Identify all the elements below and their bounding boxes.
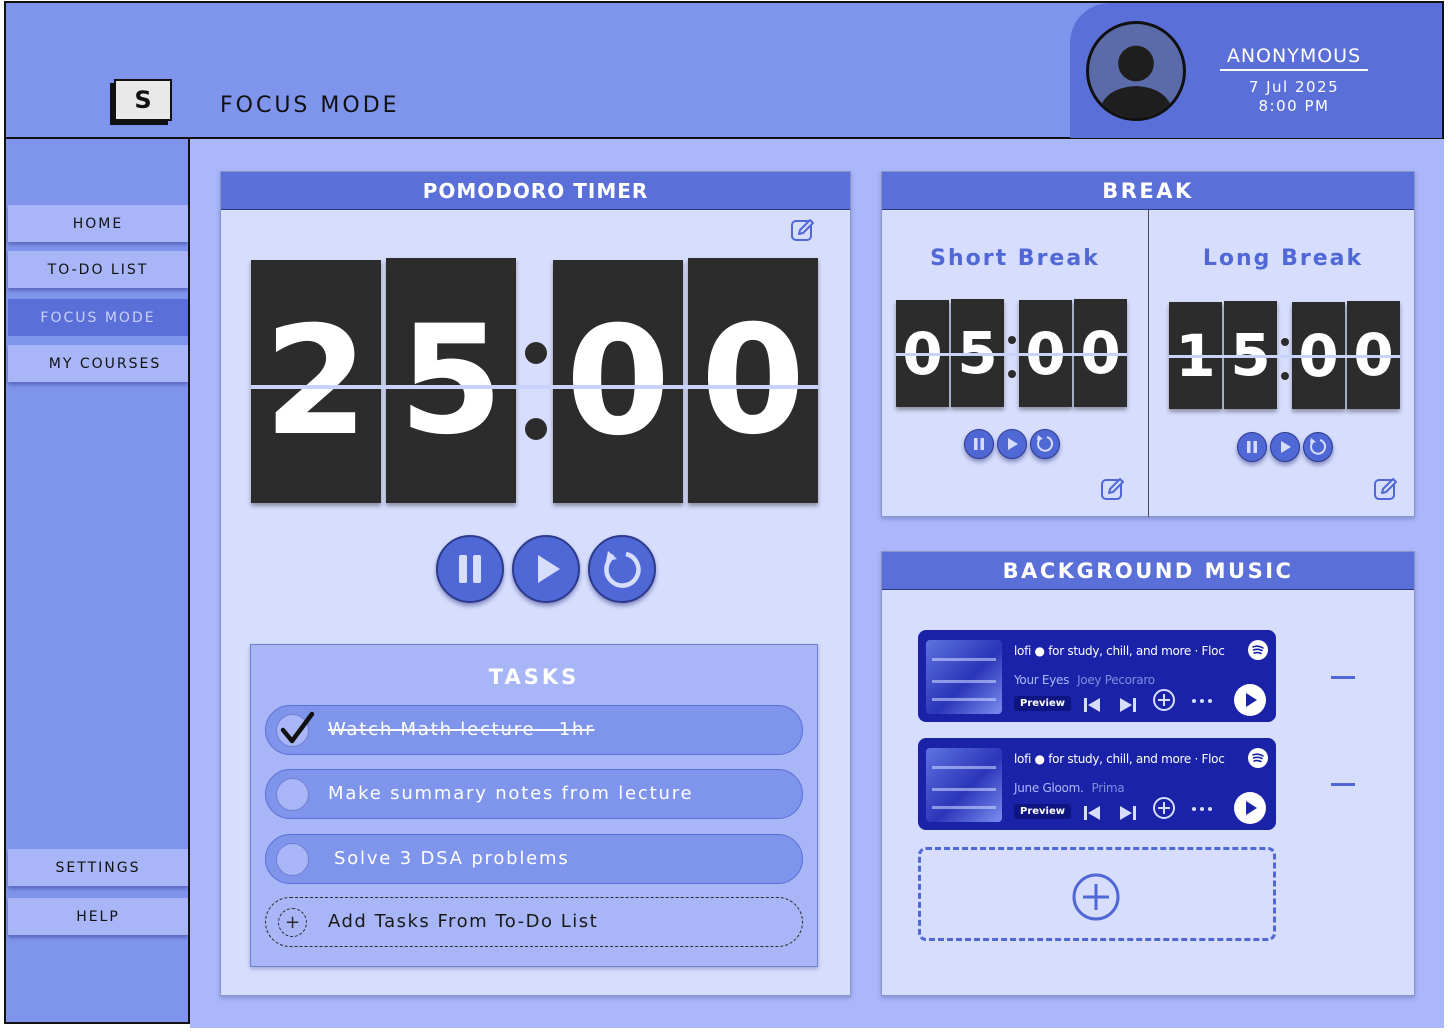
task-item[interactable]: Make summary notes from lecture — [265, 769, 803, 819]
timer-colon-top — [525, 342, 547, 364]
add-music-button[interactable] — [918, 847, 1276, 941]
song-info: June Gloom. Prima — [1014, 781, 1125, 795]
spotify-icon — [1248, 748, 1268, 768]
preview-badge: Preview — [1014, 696, 1072, 711]
preview-badge: Preview — [1014, 804, 1072, 819]
music-player[interactable]: lofi ● for study, chill, and more · Floc… — [918, 630, 1276, 722]
colon-dot — [1281, 338, 1289, 346]
task-checkbox[interactable] — [276, 843, 309, 876]
pomodoro-reset-button[interactable] — [588, 535, 656, 603]
sidebar-item-focus-mode[interactable]: FOCUS MODE — [8, 299, 188, 336]
album-art — [926, 640, 1002, 714]
short-break-pause-button[interactable] — [964, 429, 994, 459]
sidebar-item-home[interactable]: HOME — [8, 205, 188, 242]
short-break-reset-button[interactable] — [1030, 429, 1060, 459]
more-icon[interactable] — [1190, 696, 1214, 706]
pause-icon — [974, 438, 984, 450]
spotify-icon — [1248, 640, 1268, 660]
sidebar-item-settings[interactable]: SETTINGS — [8, 849, 188, 886]
break-divider — [1148, 210, 1149, 517]
timer-digit-3: 0 — [553, 260, 683, 503]
header: FOCUS MODE ANONYMOUS 7 Jul 2025 8:00 PM — [188, 1, 1444, 139]
background-music-title: BACKGROUND MUSIC — [882, 552, 1414, 590]
pomodoro-play-button[interactable] — [512, 535, 580, 603]
task-item[interactable]: Solve 3 DSA problems — [265, 834, 803, 884]
page-title: FOCUS MODE — [220, 93, 400, 118]
remove-music-button[interactable] — [1331, 783, 1355, 786]
flip-divider — [251, 385, 818, 389]
playlist-title: lofi ● for study, chill, and more · Floc — [1014, 752, 1225, 766]
edit-icon[interactable] — [790, 217, 816, 243]
tasks-title: TASKS — [488, 665, 580, 689]
long-break-reset-button[interactable] — [1303, 432, 1333, 462]
colon-dot — [1008, 370, 1016, 378]
edit-icon[interactable] — [1100, 476, 1126, 502]
pause-icon — [459, 555, 481, 583]
short-break-label: Short Break — [930, 246, 1100, 271]
timer-colon-bottom — [525, 418, 547, 440]
break-title: BREAK — [882, 172, 1414, 210]
skip-back-icon[interactable] — [1082, 696, 1102, 714]
task-text: Make summary notes from lecture — [328, 783, 694, 804]
add-tasks-label: Add Tasks From To-Do List — [328, 911, 599, 932]
skip-back-icon[interactable] — [1082, 804, 1102, 822]
task-item[interactable]: Watch Math lecture - 1hr — [265, 705, 803, 755]
long-break-pause-button[interactable] — [1237, 432, 1267, 462]
app-logo[interactable]: S — [114, 79, 172, 121]
plus-icon — [1072, 873, 1120, 921]
song-info: Your Eyes Joey Pecoraro — [1014, 673, 1155, 687]
music-play-button[interactable] — [1234, 792, 1266, 824]
reset-icon — [1037, 435, 1054, 452]
skip-forward-icon[interactable] — [1118, 696, 1138, 714]
plus-icon: + — [278, 908, 307, 937]
sidebar-item-todo-list[interactable]: TO-DO LIST — [8, 251, 188, 288]
pomodoro-pause-button[interactable] — [436, 535, 504, 603]
user-time: 8:00 PM — [1258, 97, 1330, 115]
flip-divider — [1169, 355, 1400, 358]
reset-icon — [1310, 438, 1327, 455]
album-art — [926, 748, 1002, 822]
long-break-label: Long Break — [1202, 246, 1364, 271]
reset-icon — [604, 551, 641, 588]
colon-dot — [1281, 372, 1289, 380]
user-profile[interactable]: ANONYMOUS 7 Jul 2025 8:00 PM — [1070, 3, 1442, 138]
play-icon — [538, 555, 560, 583]
flip-divider — [896, 353, 1127, 356]
add-to-library-icon[interactable] — [1152, 796, 1176, 820]
play-icon — [1281, 441, 1291, 453]
user-date: 7 Jul 2025 — [1248, 78, 1340, 96]
music-play-button[interactable] — [1234, 684, 1266, 716]
check-icon — [280, 711, 315, 744]
sidebar: S HOME TO-DO LIST FOCUS MODE MY COURSES … — [4, 1, 190, 1024]
sidebar-item-my-courses[interactable]: MY COURSES — [8, 345, 188, 382]
task-text: Watch Math lecture - 1hr — [328, 719, 595, 740]
colon-dot — [1008, 336, 1016, 344]
play-icon — [1246, 801, 1257, 815]
long-break-play-button[interactable] — [1270, 432, 1300, 462]
remove-music-button[interactable] — [1331, 676, 1355, 679]
task-checkbox[interactable] — [276, 778, 309, 811]
play-icon — [1008, 438, 1018, 450]
user-name: ANONYMOUS — [1220, 45, 1368, 71]
logo-area: S — [6, 3, 188, 139]
more-icon[interactable] — [1190, 804, 1214, 814]
profile-avatar-icon[interactable] — [1086, 21, 1186, 121]
skip-forward-icon[interactable] — [1118, 804, 1138, 822]
timer-digit-2: 5 — [386, 258, 516, 503]
short-break-play-button[interactable] — [997, 429, 1027, 459]
timer-digit-4: 0 — [688, 258, 818, 503]
sidebar-item-help[interactable]: HELP — [8, 898, 188, 935]
timer-digit-1: 2 — [251, 260, 381, 503]
add-to-library-icon[interactable] — [1152, 688, 1176, 712]
pomodoro-title: POMODORO TIMER — [221, 172, 850, 210]
playlist-title: lofi ● for study, chill, and more · Floc — [1014, 644, 1225, 658]
edit-icon[interactable] — [1373, 476, 1399, 502]
play-icon — [1246, 693, 1257, 707]
pause-icon — [1247, 441, 1257, 453]
music-player[interactable]: lofi ● for study, chill, and more · Floc… — [918, 738, 1276, 830]
add-tasks-button[interactable]: + Add Tasks From To-Do List — [265, 897, 803, 947]
tasks-panel: TASKS Watch Math lecture - 1hr Make summ… — [250, 644, 818, 967]
task-text: Solve 3 DSA problems — [334, 848, 570, 869]
